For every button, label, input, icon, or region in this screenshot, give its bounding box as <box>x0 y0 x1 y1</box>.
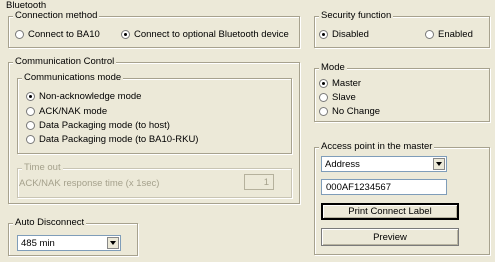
radio-indicator <box>319 78 328 88</box>
response-time-input[interactable]: 1 <box>244 174 274 190</box>
mode-legend: Mode <box>319 62 347 74</box>
radio-label: Connect to BA10 <box>28 28 100 40</box>
access-point-type-select[interactable]: Address <box>321 156 447 172</box>
chevron-down-icon[interactable] <box>433 158 445 170</box>
communication-control-legend: Communication Control <box>13 56 117 68</box>
mode-group: Mode Master Slave No Change <box>314 62 490 122</box>
address-input[interactable]: 000AF1234567 <box>321 179 447 195</box>
radio-connect-ba10[interactable]: Connect to BA10 <box>15 28 100 40</box>
radio-mode-master[interactable]: Master <box>319 77 361 89</box>
radio-label: Disabled <box>332 28 369 40</box>
access-point-group: Access point in the master Address 000AF… <box>314 141 490 255</box>
radio-ack-nak-mode[interactable]: ACK/NAK mode <box>26 105 107 117</box>
communications-mode-legend: Communications mode <box>22 72 124 84</box>
radio-non-acknowledge-mode[interactable]: Non-acknowledge mode <box>26 90 141 102</box>
select-value: 485 min <box>21 237 55 249</box>
auto-disconnect-select[interactable]: 485 min <box>17 235 121 251</box>
radio-mode-no-change[interactable]: No Change <box>319 105 380 117</box>
security-function-group: Security function Disabled Enabled <box>314 10 490 48</box>
time-out-legend: Time out <box>22 162 63 174</box>
ack-nak-response-label: ACK/NAK response time (x 1sec) <box>19 178 160 189</box>
chevron-down-icon[interactable] <box>107 237 119 249</box>
radio-data-packaging-ba10-rku[interactable]: Data Packaging mode (to BA10-RKU) <box>26 133 198 145</box>
preview-button[interactable]: Preview <box>321 228 459 246</box>
radio-indicator <box>121 29 130 39</box>
time-out-group: Time out ACK/NAK response time (x 1sec) … <box>17 162 292 198</box>
radio-data-packaging-host[interactable]: Data Packaging mode (to host) <box>26 119 170 131</box>
radio-label: Connect to optional Bluetooth device <box>134 28 289 40</box>
access-point-legend: Access point in the master <box>319 141 435 153</box>
radio-label: Data Packaging mode (to BA10-RKU) <box>39 133 199 145</box>
radio-indicator <box>26 91 35 101</box>
auto-disconnect-group: Auto Disconnect 485 min <box>8 217 138 256</box>
radio-label: Master <box>332 77 362 89</box>
radio-indicator <box>26 134 35 144</box>
communications-mode-group: Communications mode Non-acknowledge mode… <box>17 72 292 154</box>
radio-security-disabled[interactable]: Disabled <box>319 28 369 40</box>
security-function-legend: Security function <box>319 10 394 22</box>
radio-label: No Change <box>332 105 381 117</box>
radio-label: Data Packaging mode (to host) <box>39 119 170 131</box>
radio-indicator <box>319 29 328 39</box>
connection-method-legend: Connection method <box>13 10 100 22</box>
communication-control-group: Communication Control Communications mod… <box>8 56 300 204</box>
radio-mode-slave[interactable]: Slave <box>319 91 356 103</box>
select-value: Address <box>325 158 360 170</box>
radio-label: ACK/NAK mode <box>39 105 108 117</box>
auto-disconnect-legend: Auto Disconnect <box>13 217 87 229</box>
radio-indicator <box>26 106 35 116</box>
connection-method-group: Connection method Connect to BA10 Connec… <box>8 10 300 48</box>
radio-indicator <box>319 106 328 116</box>
print-connect-label-button[interactable]: Print Connect Label <box>321 203 459 220</box>
radio-label: Non-acknowledge mode <box>39 90 142 102</box>
radio-label: Enabled <box>438 28 473 40</box>
radio-label: Slave <box>332 91 356 103</box>
radio-security-enabled[interactable]: Enabled <box>425 28 473 40</box>
radio-indicator <box>319 92 328 102</box>
radio-indicator <box>425 29 434 39</box>
radio-indicator <box>26 120 35 130</box>
radio-connect-optional-bluetooth[interactable]: Connect to optional Bluetooth device <box>121 28 289 40</box>
radio-indicator <box>15 29 24 39</box>
